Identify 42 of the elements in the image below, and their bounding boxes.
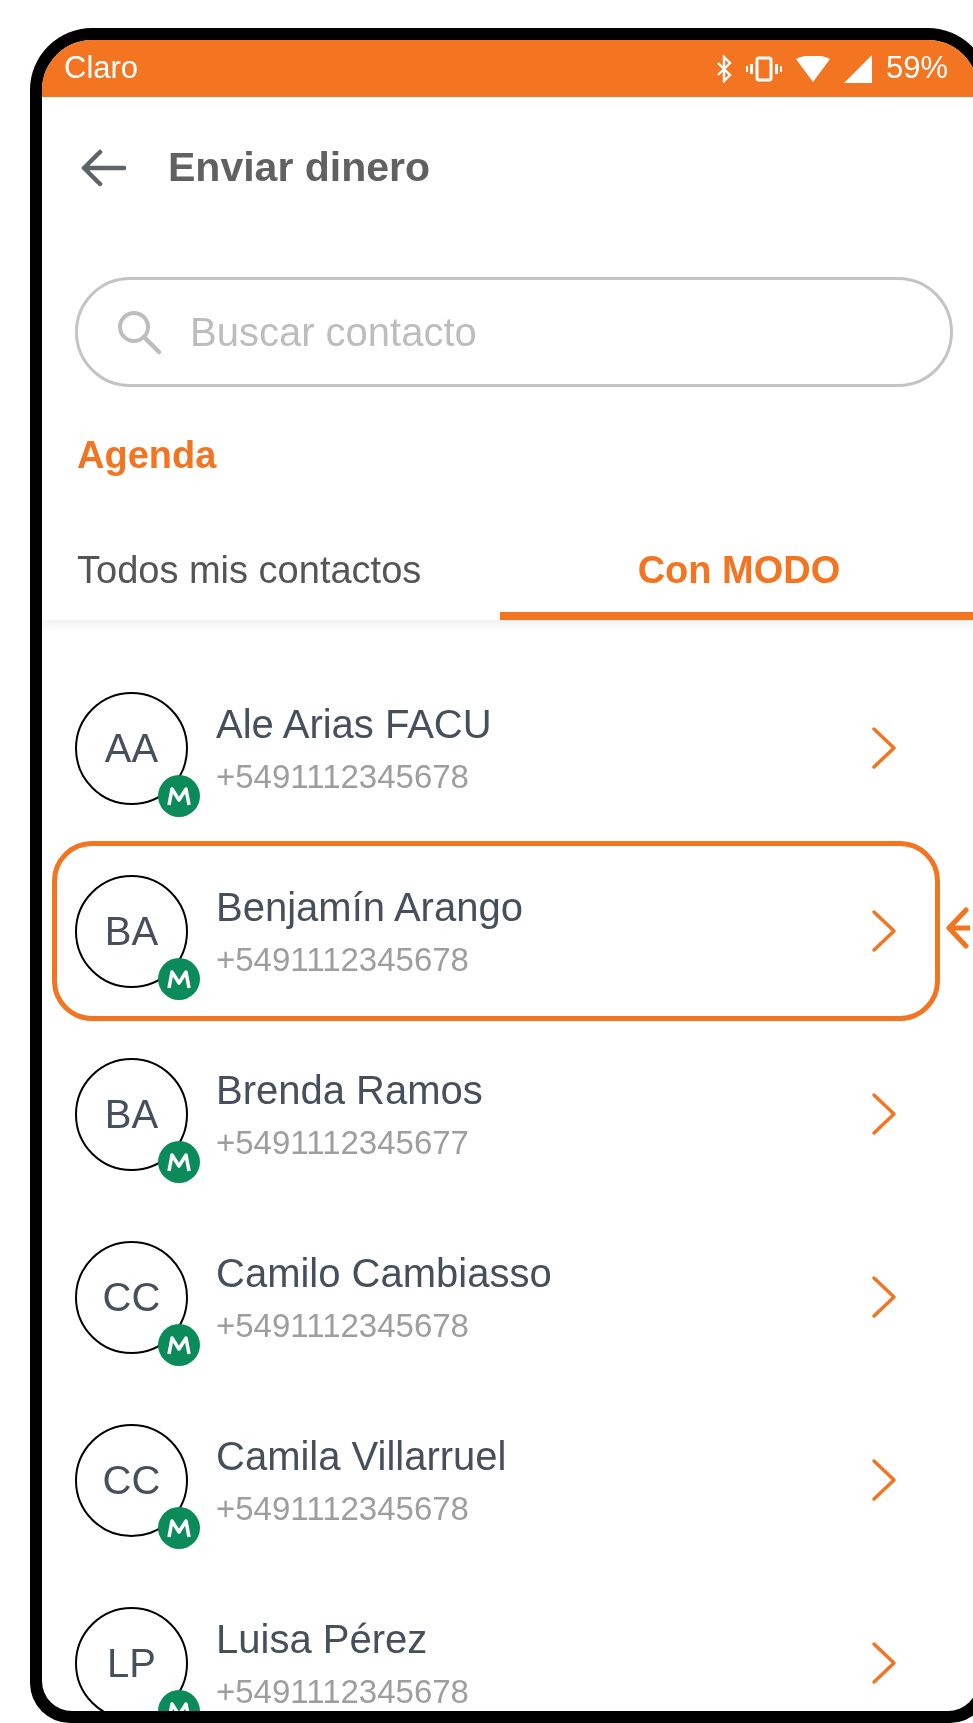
search-icon [116,309,162,355]
pointer-arrow-icon [946,906,970,950]
contact-row[interactable]: LP Luisa Pérez +5491112345678 [52,1573,940,1711]
m-badge-icon [158,957,200,1000]
m-badge-icon [158,1323,200,1366]
screen-title: Enviar dinero [168,143,430,193]
contact-phone: +5491112345678 [216,1306,469,1346]
contact-name: Camila Villarruel [216,1433,507,1480]
contact-name: Luisa Pérez [216,1616,428,1663]
m-badge-icon [158,774,200,817]
m-badge-icon [158,1506,200,1549]
contact-row[interactable]: CC Camila Villarruel +5491112345678 [52,1390,940,1570]
section-heading: Agenda [77,433,217,478]
chevron-right-icon [871,1092,897,1136]
contact-row[interactable]: BA Brenda Ramos +5491112345677 [52,1024,940,1204]
contact-phone: +5491112345678 [216,940,469,980]
contact-phone: +5491112345678 [216,1672,469,1711]
contact-row[interactable]: BA Benjamín Arango +5491112345678 [52,841,940,1021]
vibrate-icon [745,54,782,83]
chevron-right-icon [871,1275,897,1319]
chevron-right-icon [871,726,897,770]
back-arrow-icon [80,148,126,188]
contact-row[interactable]: AA Ale Arias FACU +5491112345678 [52,658,940,838]
carrier-name: Claro [64,49,139,88]
m-badge-icon [158,1140,200,1183]
chevron-right-icon [871,1641,897,1685]
contact-name: Benjamín Arango [216,884,523,931]
contact-row[interactable]: CC Camilo Cambiasso +5491112345678 [52,1207,940,1387]
chevron-right-icon [871,1458,897,1502]
wifi-icon [795,55,830,82]
search-field[interactable]: Buscar contacto [75,277,953,387]
chevron-right-icon [871,909,897,953]
contact-phone: +5491112345678 [216,757,469,797]
contact-phone: +5491112345677 [216,1123,469,1163]
contact-name: Ale Arias FACU [216,701,492,748]
bluetooth-icon [715,54,732,83]
contact-name: Camilo Cambiasso [216,1250,552,1297]
contact-name: Brenda Ramos [216,1067,483,1114]
battery-percentage: 59% [885,49,948,88]
contact-phone: +5491112345678 [216,1489,469,1529]
tab[interactable]: Todos mis contactos [42,534,500,620]
signal-icon [843,54,872,83]
